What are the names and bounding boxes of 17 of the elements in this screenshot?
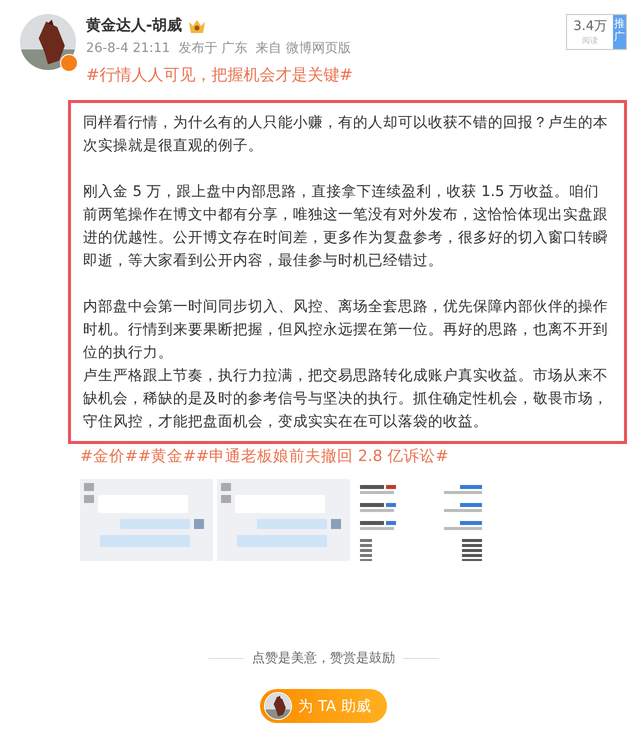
avatar-photo — [264, 692, 292, 720]
read-label: 阅读 — [582, 35, 598, 46]
crown-icon — [188, 18, 206, 34]
hashtag-link[interactable]: #申通老板娘前夫撤回 2.8 亿诉讼# — [196, 446, 448, 467]
read-count: 3.4万 — [573, 18, 607, 35]
topic-link[interactable]: #行情人人可见，把握机会才是关键# — [86, 65, 556, 86]
post-paragraph: 卢生严格跟上节奏，执行力拉满，把交易思路转化成账户真实收益。市场从来不缺机会，稀缺的是及时的参考信号与坚决的执行。抓住确定性机会，敬畏市场，守住风控，才能把盘面机会，变成实实在在可以落袋的收益。 — [83, 366, 609, 432]
post-paragraph: 同样看行情，为什么有的人只能小赚，有的人却可以收获不错的回报？卢生的本次实操就是很直观的例子。 — [83, 113, 609, 156]
hashtag-link[interactable]: #黄金# — [138, 446, 196, 467]
post-meta: 26-8-4 21:11 发布于 广东 来自 微博网页版 — [86, 40, 352, 57]
post-paragraph: 刚入金 5 万，跟上盘中内部思路，直接拿下连续盈利，收获 1.5 万收益。咱们前两笔操作在博文中都有分享，唯独这一笔没有对外发布，这恰恰体现出实盘跟进的优越性。公开博文存在时间差，更多作为复盘参考，很多好的切入窗口转瞬即逝，等大家看到公开内容，最佳参与时机已经错过。 — [83, 182, 609, 271]
reward-hint: 点赞是美意，赞赏是鼓励 — [252, 650, 395, 667]
promote-button[interactable]: 推广 — [613, 15, 626, 49]
author-name[interactable]: 黄金达人-胡威 — [86, 16, 182, 35]
hashtag-link[interactable]: #金价# — [80, 446, 138, 467]
post-paragraph: 内部盘中会第一时间同步切入、风控、离场全套思路，优先保障内部伙伴的操作时机。行情到来要果断把握，但风控永远摆在第一位。再好的思路，也离不开到位的执行力。 — [83, 297, 609, 363]
reward-button[interactable]: 为 TA 助威 — [260, 689, 387, 723]
